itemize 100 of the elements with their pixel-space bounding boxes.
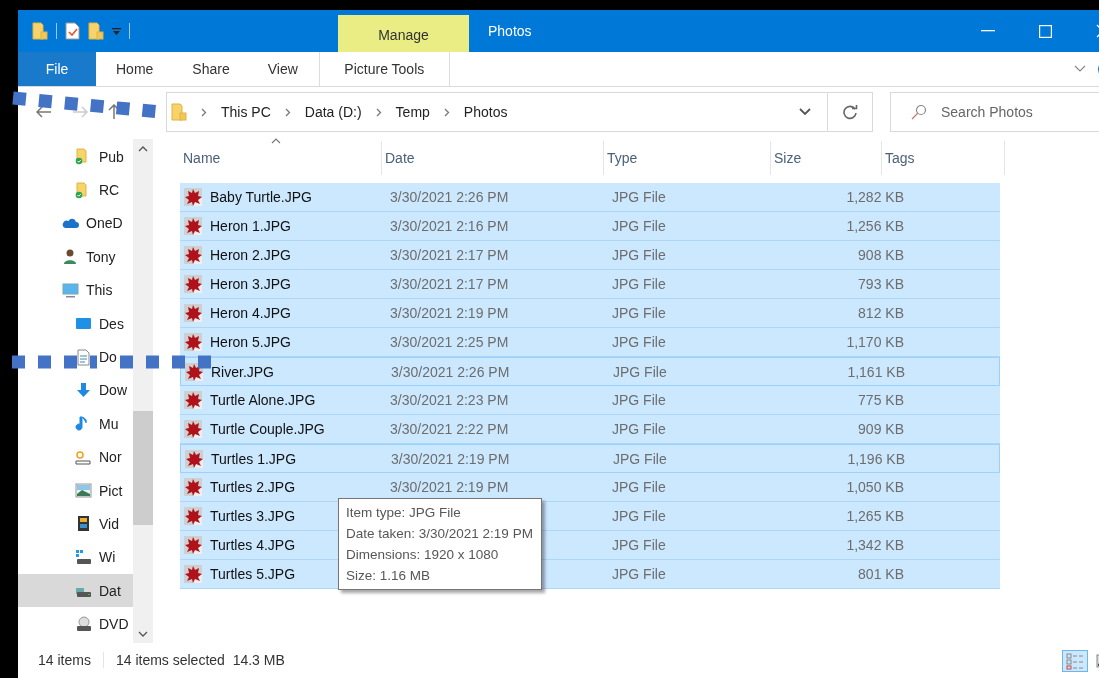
type-text: JPG File	[613, 450, 667, 467]
type-text: JPG File	[612, 305, 666, 321]
image-file-icon	[185, 362, 203, 381]
scrollbar[interactable]	[133, 139, 153, 643]
sidebar-item[interactable]: Pub	[18, 140, 133, 174]
pictures-icon	[75, 482, 92, 500]
sidebar-item[interactable]: Wi	[18, 540, 133, 575]
size-text: 908 KB	[858, 247, 904, 263]
dropdown-icon[interactable]	[112, 26, 121, 36]
file-row[interactable]: Heron 5.JPG 3/30/2021 2:25 PM JPG File 1,170 KB	[180, 328, 1000, 357]
maximize-icon[interactable]	[1039, 24, 1052, 38]
type-text: JPG File	[612, 189, 666, 205]
window-title: Photos	[488, 23, 532, 39]
chevron-down-icon[interactable]	[799, 108, 811, 116]
date-text: 3/30/2021 2:19 PM	[390, 479, 509, 495]
image-file-icon	[184, 246, 202, 264]
folder-icon	[32, 22, 48, 40]
view-toggle[interactable]	[1062, 650, 1088, 672]
chevron-right-icon[interactable]	[284, 107, 291, 117]
breadcrumb[interactable]: Photos	[463, 104, 508, 120]
file-row[interactable]: Turtle Couple.JPG 3/30/2021 2:22 PM JPG File 909 KB	[180, 415, 1000, 444]
ribbon-tab[interactable]: Picture Tools	[318, 52, 450, 86]
sidebar-item[interactable]: Nor	[18, 440, 133, 474]
size-text: 801 KB	[858, 566, 904, 582]
file-row[interactable]: River.JPG 3/30/2021 2:26 PM JPG File 1,161 KB	[180, 357, 1000, 386]
file-row[interactable]: Baby Turtle.JPG 3/30/2021 2:26 PM JPG File 1,282 KB	[180, 183, 1000, 212]
file-row[interactable]: Turtles 1.JPG 3/30/2021 2:19 PM JPG File 1,196 KB	[180, 444, 1000, 473]
image-file-icon	[184, 188, 202, 206]
chevron-right-icon[interactable]	[201, 107, 207, 117]
sidebar-item[interactable]: Pict	[18, 473, 133, 508]
ribbon-tab[interactable]: Home	[96, 52, 174, 86]
new-folder-icon	[88, 22, 104, 40]
chevron-right-icon[interactable]	[443, 107, 450, 117]
download-icon	[75, 381, 92, 399]
back-arrow-icon[interactable]	[36, 106, 52, 118]
column-header[interactable]: Type	[604, 141, 771, 175]
search-field[interactable]: Search Photos	[890, 92, 1099, 132]
date-text: 3/30/2021 2:25 PM	[390, 334, 509, 350]
type-text: JPG File	[612, 566, 666, 582]
image-file-icon	[184, 565, 202, 583]
image-file-icon	[184, 333, 202, 351]
sidebar-item[interactable]: OneD	[18, 206, 133, 241]
file-row[interactable]: Turtle Alone.JPG 3/30/2021 2:23 PM JPG File 775 KB	[180, 386, 1000, 415]
column-header[interactable]: Size	[771, 141, 882, 175]
sidebar-item[interactable]: Dow	[18, 373, 133, 408]
context-tab-header[interactable]: Manage	[338, 15, 469, 52]
image-file-icon	[184, 391, 202, 409]
sort-caret-icon	[271, 138, 281, 144]
tooltip-line: Item type: JPG File	[346, 504, 462, 522]
scroll-up-icon[interactable]	[138, 146, 148, 152]
video-icon	[75, 515, 92, 533]
date-text: 3/30/2021 2:17 PM	[390, 276, 509, 292]
address-bar[interactable]: This PC Data (D:) Temp Photos	[166, 92, 873, 132]
folder-icon	[171, 103, 187, 121]
file-name: Turtle Alone.JPG	[210, 392, 316, 408]
file-row[interactable]: Heron 4.JPG 3/30/2021 2:19 PM JPG File 812 KB	[180, 299, 1000, 328]
column-header[interactable]: Name	[180, 141, 382, 175]
type-text: JPG File	[612, 218, 666, 234]
chevron-right-icon[interactable]	[375, 107, 382, 117]
chevron-down-icon[interactable]	[1074, 65, 1086, 73]
column-header[interactable]: Tags	[882, 141, 1005, 175]
column-header[interactable]: Date	[382, 141, 604, 175]
scrollbar-thumb[interactable]	[133, 411, 153, 525]
ribbon-tab[interactable]: File	[18, 52, 96, 86]
image-file-icon	[184, 536, 202, 554]
breadcrumb[interactable]: Data (D:)	[304, 104, 362, 120]
sidebar-item[interactable]: Mu	[18, 407, 133, 441]
sidebar-item[interactable]: Des	[18, 306, 133, 341]
up-arrow-icon[interactable]	[108, 104, 120, 120]
document-icon	[75, 348, 92, 366]
size-text: 812 KB	[858, 305, 904, 321]
sidebar-item[interactable]: Do	[18, 340, 133, 374]
ribbon-tab[interactable]: View	[248, 52, 317, 86]
breadcrumb[interactable]: Temp	[395, 104, 430, 120]
file-name: Turtle Couple.JPG	[210, 421, 325, 437]
sidebar-item[interactable]: This	[18, 273, 133, 307]
date-text: 3/30/2021 2:19 PM	[390, 305, 509, 321]
file-row[interactable]: Heron 3.JPG 3/30/2021 2:17 PM JPG File 793 KB	[180, 270, 1000, 299]
forward-arrow-icon[interactable]	[72, 106, 88, 118]
file-row[interactable]: Heron 1.JPG 3/30/2021 2:16 PM JPG File 1,256 KB	[180, 212, 1000, 241]
computer-icon	[62, 281, 79, 299]
file-name: Turtles 2.JPG	[210, 479, 296, 495]
file-row[interactable]: Heron 2.JPG 3/30/2021 2:17 PM JPG File 908 KB	[180, 241, 1000, 270]
file-name: Heron 4.JPG	[210, 305, 291, 321]
minimize-icon[interactable]	[981, 30, 995, 32]
sidebar-item[interactable]: RC	[18, 173, 133, 207]
file-row[interactable]: Turtles 2.JPG 3/30/2021 2:19 PM JPG File 1,050 KB	[180, 473, 1000, 502]
sidebar-item[interactable]: Tony	[18, 240, 133, 274]
sidebar-item[interactable]: DVD	[18, 607, 133, 641]
ribbon-tab[interactable]: Share	[173, 52, 249, 86]
breadcrumb[interactable]: This PC	[221, 104, 271, 120]
properties-icon[interactable]	[65, 22, 80, 40]
image-file-icon	[184, 304, 202, 322]
refresh-icon[interactable]	[842, 104, 858, 120]
sidebar-item[interactable]: Dat	[18, 574, 133, 608]
sidebar-item[interactable]: Vid	[18, 507, 133, 541]
date-text: 3/30/2021 2:17 PM	[390, 247, 509, 263]
scroll-down-icon[interactable]	[138, 631, 148, 637]
drive-icon	[75, 548, 92, 566]
type-text: JPG File	[612, 247, 666, 263]
